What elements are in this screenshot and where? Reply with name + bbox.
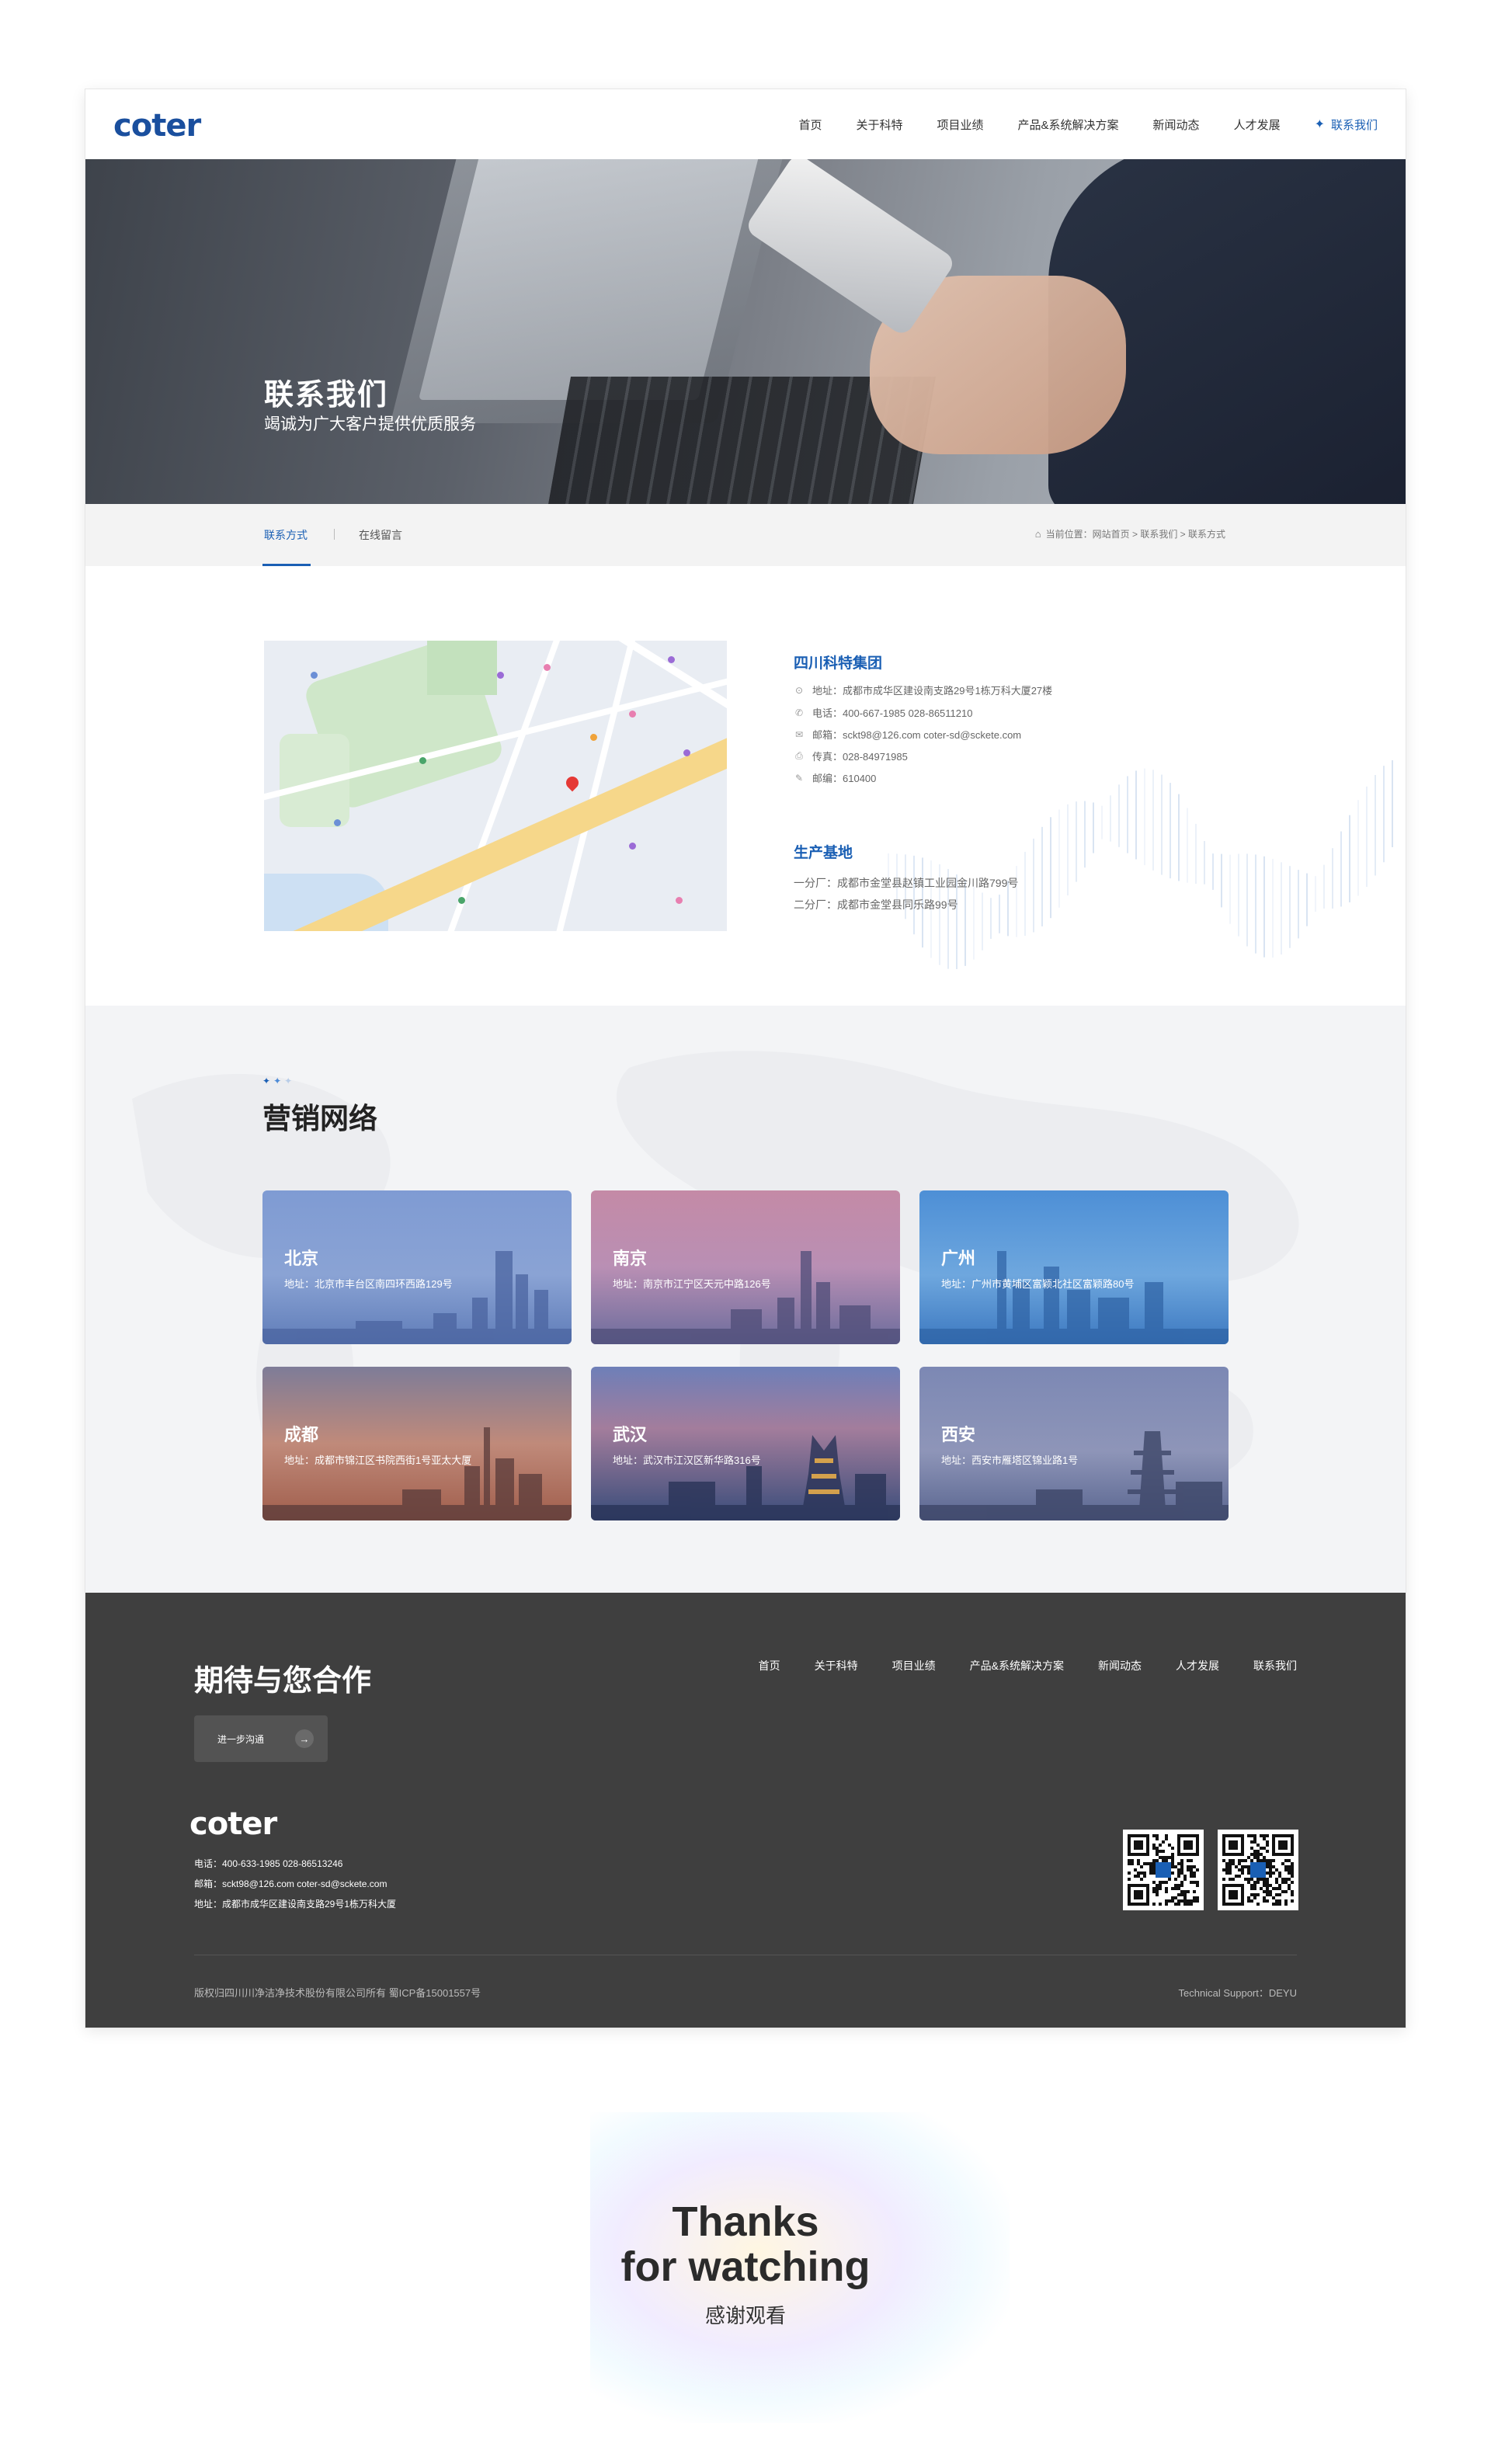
mail-icon: ✉	[794, 728, 804, 740]
site-footer: 期待与您合作 进一步沟通 → 首页 关于科特 项目业绩 产品&系统解决方案 新闻…	[85, 1593, 1406, 2028]
nav-item-contact-label: 联系我们	[1330, 118, 1378, 132]
qr-code-wechat	[1123, 1830, 1204, 1910]
fax-icon: ⎙	[795, 750, 803, 761]
nav-item-home[interactable]: 首页	[798, 116, 822, 133]
network-title: 营销网络	[262, 1103, 377, 1135]
thanks-line-2: for watching	[620, 2243, 871, 2290]
factory-2: 二分厂：成都市金堂县同乐路99号	[794, 898, 958, 911]
footer-nav-contact[interactable]: 联系我们	[1253, 1658, 1297, 1673]
banner-title: 联系我们	[264, 379, 389, 412]
qr-code-icon	[1222, 1834, 1294, 1906]
footer-nav-careers[interactable]: 人才发展	[1176, 1658, 1219, 1673]
footer-nav-products[interactable]: 产品&系统解决方案	[970, 1658, 1064, 1673]
city-address: 地址：广州市黄埔区富颖北社区富颖路80号	[941, 1278, 1135, 1290]
breadcrumb: ⌂ 当前位置：网站首页 > 联系我们 > 联系方式	[1035, 527, 1225, 540]
address-text: 地址：成都市成华区建设南支路29号1栋万科大厦27楼	[812, 685, 1053, 697]
footer-nav-news[interactable]: 新闻动态	[1098, 1658, 1142, 1673]
city-address: 地址：成都市锦江区书院西街1号亚太大厦	[284, 1454, 472, 1466]
nav-item-news[interactable]: 新闻动态	[1153, 116, 1200, 133]
tab-online-message[interactable]: 在线留言	[359, 527, 402, 543]
decorative-wave	[888, 760, 1393, 969]
location-icon: ⊙	[794, 684, 804, 696]
phone-icon: ✆	[794, 707, 804, 718]
nav-item-careers[interactable]: 人才发展	[1234, 116, 1281, 133]
technical-support: Technical Support：DEYU	[1178, 1987, 1297, 1999]
page-frame: coter 首页 关于科特 项目业绩 产品&系统解决方案 新闻动态 人才发展 ✦…	[85, 89, 1406, 2028]
sales-network-section: ✦ ✦ ✦ 营销网络 北京 地址：北京市丰台区南四环西路129号 南京 地址：南京市…	[85, 1006, 1406, 1593]
banner-subtitle: 竭诚为广大客户提供优质服务	[264, 415, 476, 433]
thanks-line-1: Thanks	[672, 2198, 819, 2245]
zip-text: 邮编：610400	[812, 773, 877, 784]
nav-item-products[interactable]: 产品&系统解决方案	[1018, 116, 1119, 133]
arrow-right-icon: →	[295, 1729, 314, 1748]
city-name: 南京	[613, 1249, 648, 1268]
site-header: coter 首页 关于科特 项目业绩 产品&系统解决方案 新闻动态 人才发展 ✦…	[85, 89, 1406, 159]
contact-section: 四川科特集团 ⊙ 地址：成都市成华区建设南支路29号1栋万科大厦27楼 ✆ 电话…	[85, 566, 1406, 1006]
location-map[interactable]	[264, 641, 727, 931]
city-card-chengdu[interactable]: 成都 地址：成都市锦江区书院西街1号亚太大厦	[262, 1367, 572, 1520]
email-row: ✉ 邮箱：sckt98@126.com coter-sd@sckete.com	[794, 727, 1021, 742]
city-name: 成都	[284, 1425, 319, 1444]
footer-nav-home[interactable]: 首页	[759, 1658, 780, 1673]
tab-divider	[334, 529, 335, 540]
copyright: 版权归四川川净洁净技术股份有限公司所有 蜀ICP备15001557号	[194, 1987, 481, 1999]
footer-phone: 电话：400-633-1985 028-86513246	[194, 1858, 343, 1869]
map-pin-icon	[563, 773, 582, 792]
footer-email: 邮箱：sckt98@126.com coter-sd@sckete.com	[194, 1878, 388, 1889]
main-nav: 首页 关于科特 项目业绩 产品&系统解决方案 新闻动态 人才发展 ✦ 联系我们	[798, 89, 1378, 159]
city-name: 西安	[941, 1425, 976, 1444]
qr-code-icon	[1128, 1834, 1199, 1906]
breadcrumb-text[interactable]: 当前位置：网站首页 > 联系我们 > 联系方式	[1046, 527, 1225, 540]
nav-item-projects[interactable]: 项目业绩	[937, 116, 984, 133]
footer-nav-projects[interactable]: 项目业绩	[892, 1658, 936, 1673]
city-card-xian[interactable]: 西安 地址：西安市雁塔区锦业路1号	[919, 1367, 1229, 1520]
email-text[interactable]: 邮箱：sckt98@126.com coter-sd@sckete.com	[812, 727, 1021, 742]
address-row: ⊙ 地址：成都市成华区建设南支路29号1栋万科大厦27楼	[794, 683, 1052, 697]
sparkle-icon: ✦	[1314, 118, 1325, 131]
phone-row: ✆ 电话：400-667-1985 028-86511210	[794, 705, 973, 720]
city-address: 地址：西安市雁塔区锦业路1号	[941, 1454, 1079, 1466]
footer-nav: 首页 关于科特 项目业绩 产品&系统解决方案 新闻动态 人才发展 联系我们	[759, 1658, 1297, 1673]
contact-us-button[interactable]: 进一步沟通 →	[194, 1715, 328, 1762]
nav-item-contact[interactable]: ✦ 联系我们	[1315, 116, 1378, 133]
home-icon: ⌂	[1034, 528, 1041, 540]
postcode-icon: ✎	[794, 772, 804, 784]
footer-address: 地址：成都市成华区建设南支路29号1栋万科大厦	[194, 1899, 397, 1910]
sub-nav: 联系方式 在线留言 ⌂ 当前位置：网站首页 > 联系我们 > 联系方式	[85, 504, 1406, 566]
footer-nav-about[interactable]: 关于科特	[815, 1658, 858, 1673]
phone-text: 电话：400-667-1985 028-86511210	[812, 707, 973, 719]
city-card-guangzhou[interactable]: 广州 地址：广州市黄埔区富颖北社区富颖路80号	[919, 1190, 1229, 1344]
city-card-wuhan[interactable]: 武汉 地址：武汉市江汉区新华路316号	[591, 1367, 900, 1520]
footer-logo[interactable]: coter	[189, 1806, 277, 1842]
city-card-nanjing[interactable]: 南京 地址：南京市江宁区天元中路126号	[591, 1190, 900, 1344]
section-dots: ✦ ✦ ✦	[262, 1076, 293, 1086]
company-name: 四川科特集团	[794, 655, 883, 672]
contact-us-button-label: 进一步沟通	[217, 1733, 265, 1745]
city-address: 地址：南京市江宁区天元中路126号	[613, 1278, 771, 1290]
fax-text: 传真：028-84971985	[812, 751, 908, 763]
tab-contact-info[interactable]: 联系方式	[264, 527, 308, 543]
nav-item-about[interactable]: 关于科特	[857, 116, 903, 133]
thanks-line-3: 感谢观看	[704, 2304, 786, 2327]
city-card-beijing[interactable]: 北京 地址：北京市丰台区南四环西路129号	[262, 1190, 572, 1344]
city-name: 武汉	[613, 1425, 648, 1444]
hero-banner: 联系我们 竭诚为广大客户提供优质服务	[85, 159, 1406, 504]
factory-1: 一分厂：成都市金堂县赵镇工业园金川路799号	[794, 877, 1019, 889]
qr-code-weibo	[1218, 1830, 1298, 1910]
production-base-title: 生产基地	[794, 845, 853, 861]
fax-row: ⎙ 传真：028-84971985	[794, 749, 908, 763]
footer-title: 期待与您合作	[194, 1665, 372, 1698]
city-address: 地址：北京市丰台区南四环西路129号	[284, 1278, 453, 1290]
city-address: 地址：武汉市江汉区新华路316号	[613, 1454, 761, 1466]
zip-row: ✎ 邮编：610400	[794, 770, 876, 785]
city-name: 北京	[284, 1249, 319, 1268]
city-name: 广州	[941, 1249, 976, 1268]
logo[interactable]: coter	[113, 108, 201, 144]
